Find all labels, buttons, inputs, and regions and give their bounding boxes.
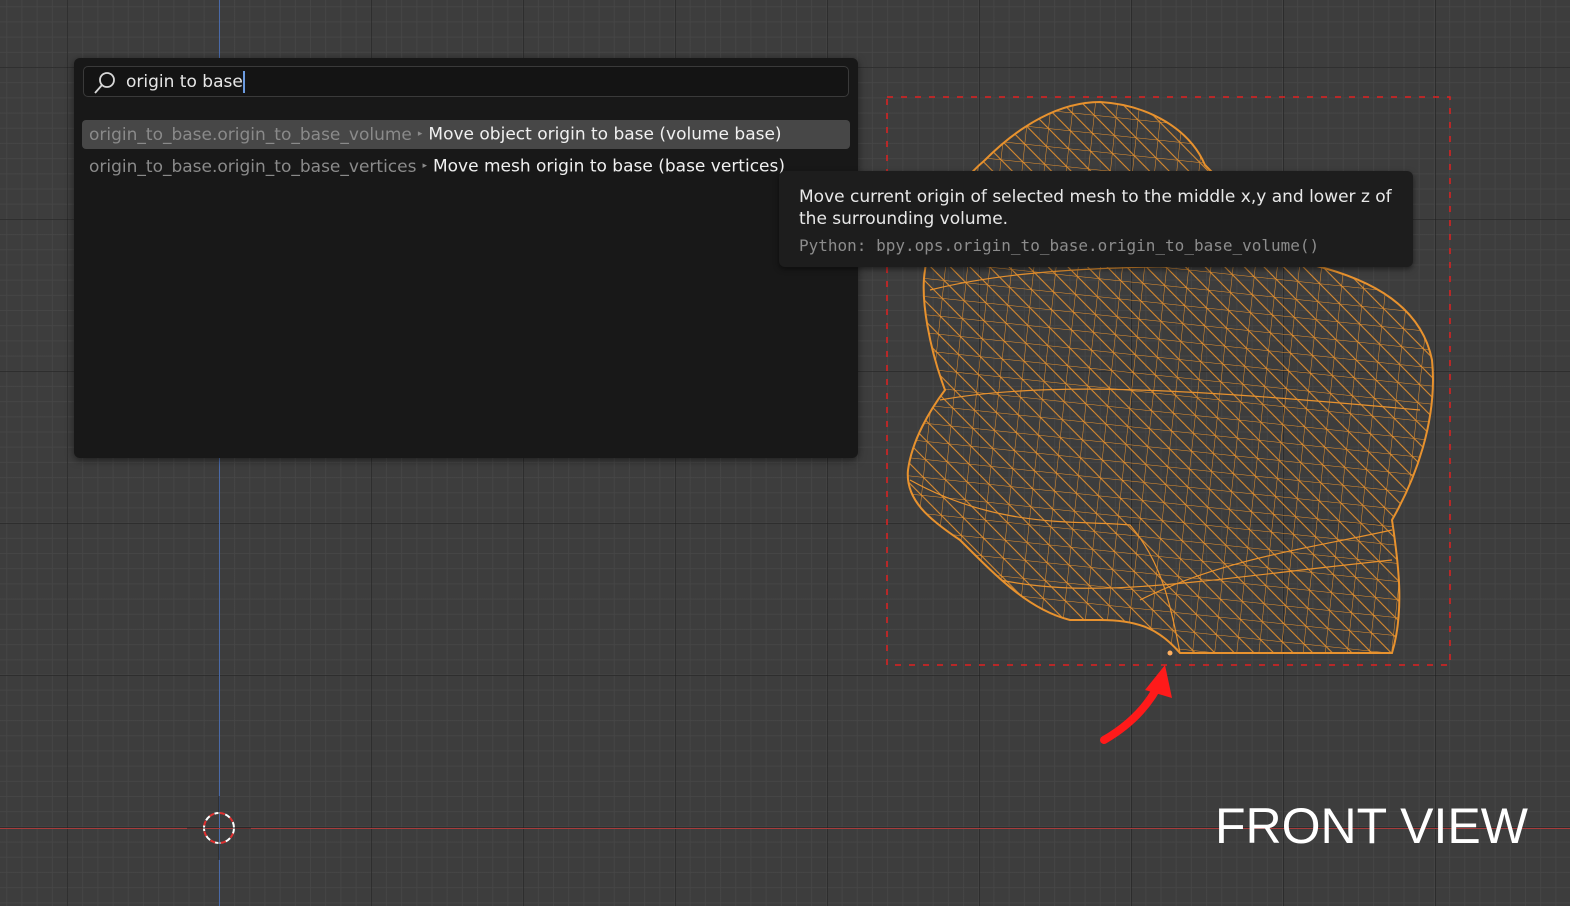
view-label: FRONT VIEW [1215,798,1528,854]
search-result-item[interactable]: origin_to_base.origin_to_base_vertices ▸ M… [82,152,850,181]
arrow-right-icon: ▸ [422,161,427,171]
3d-cursor-icon [187,796,251,860]
tooltip-python-path: Python: bpy.ops.origin_to_base.origin_to… [799,236,1320,255]
result-path: origin_to_base.origin_to_base_vertices [89,156,417,177]
arrow-right-icon: ▸ [417,129,423,139]
search-result-item[interactable]: origin_to_base.origin_to_base_volume ▸ Mov… [82,120,850,149]
result-description: Move mesh origin to base (base vertices) [432,156,785,177]
operator-search-menu: origin to base origin_to_base.origin_to_… [74,58,858,458]
result-path: origin_to_base.origin_to_base_volume [89,124,412,145]
search-input[interactable]: origin to base [83,66,849,97]
result-description: Move object origin to base (volume base) [428,124,782,145]
search-query: origin to base [126,71,245,93]
search-icon [94,72,115,94]
operator-tooltip: Move current origin of selected mesh to … [779,171,1413,267]
origin-point [1167,650,1173,656]
tooltip-description: Move current origin of selected mesh to … [799,187,1392,229]
annotation-arrow-head [1145,665,1172,698]
text-caret [242,71,245,93]
